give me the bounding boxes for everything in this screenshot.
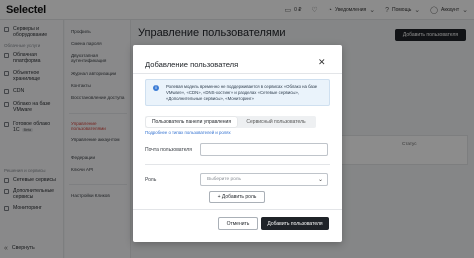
user-types-help-link[interactable]: Подробнее о типах пользователей и ролях bbox=[145, 130, 231, 135]
dialog-title: Добавление пользователя bbox=[145, 60, 239, 69]
cancel-button[interactable]: Отменить bbox=[218, 217, 258, 230]
form-divider bbox=[145, 164, 330, 165]
add-role-button[interactable]: + Добавить роль bbox=[209, 191, 265, 203]
role-select-placeholder: Выберите роль bbox=[207, 177, 242, 182]
user-type-tabs: Пользователь панели управления Сервисный… bbox=[145, 116, 316, 128]
dialog-divider bbox=[133, 73, 342, 74]
role-label: Роль bbox=[145, 177, 157, 183]
email-field[interactable] bbox=[200, 143, 328, 156]
submit-add-user-button[interactable]: Добавить пользователя bbox=[261, 217, 329, 230]
info-icon: i bbox=[153, 85, 159, 91]
chevron-down-icon: ⌄ bbox=[317, 177, 323, 183]
close-icon[interactable]: ✕ bbox=[318, 57, 326, 67]
role-select[interactable]: Выберите роль ⌄ bbox=[200, 173, 328, 186]
tab-service-user[interactable]: Сервисный пользователь bbox=[237, 117, 315, 127]
email-label: Почта пользователя bbox=[145, 147, 192, 153]
info-banner: i Ролевая модель временно не поддерживае… bbox=[145, 79, 330, 106]
info-text: Ролевая модель временно не поддерживаетс… bbox=[166, 84, 318, 101]
dialog-footer-divider bbox=[133, 209, 342, 210]
add-user-dialog: Добавление пользователя ✕ i Ролевая моде… bbox=[133, 45, 342, 242]
tab-panel-user[interactable]: Пользователь панели управления bbox=[146, 117, 237, 127]
